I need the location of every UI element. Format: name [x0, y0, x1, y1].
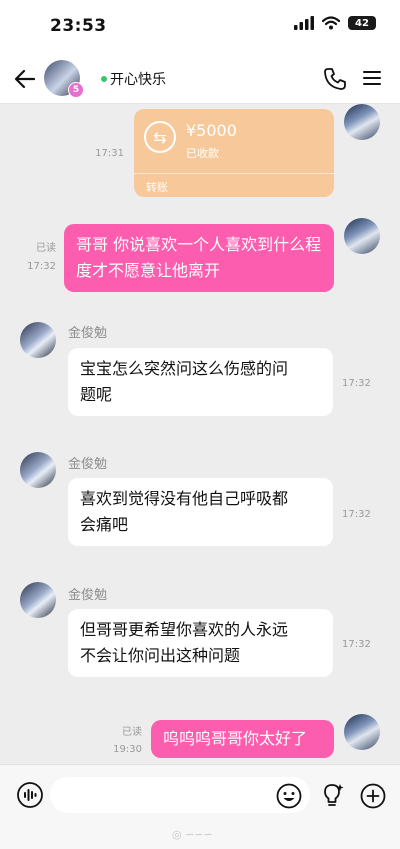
transfer-label: 转账	[134, 173, 334, 197]
message-text: 度才不愿意让他离开	[76, 261, 221, 280]
add-icon[interactable]	[360, 783, 386, 809]
chat-area[interactable]: 17:31 ⇆ ¥5000 已收款 转账 已读 17:32 哥哥 你说喜欢一个人…	[0, 104, 400, 764]
chat-header: 5 开心快乐	[0, 52, 400, 104]
transfer-amount: ¥5000	[186, 121, 237, 140]
message-time: 19:30	[113, 744, 142, 755]
battery-icon: 42	[348, 16, 376, 30]
vip-badge: 5	[68, 82, 84, 98]
read-receipt: 已读	[36, 243, 56, 254]
message-input[interactable]	[50, 777, 310, 813]
message-text: 哥哥 你说喜欢一个人喜欢到什么程	[76, 235, 322, 254]
contact-avatar[interactable]	[20, 582, 56, 618]
contact-avatar[interactable]	[20, 452, 56, 488]
message-time: 17:32	[342, 509, 371, 520]
online-status-dot	[101, 76, 107, 82]
message-text: 会痛吧	[80, 515, 129, 534]
voice-input-icon[interactable]	[16, 781, 44, 809]
message-text: 呜呜呜哥哥你太好了	[163, 729, 308, 748]
message-time: 17:32	[342, 639, 371, 650]
my-avatar[interactable]	[344, 104, 380, 140]
sender-name: 金俊勉	[68, 326, 108, 341]
signal-icon	[294, 16, 314, 30]
message-bubble-received[interactable]: 但哥哥更希望你喜欢的人永远 不会让你问出这种问题	[68, 609, 333, 677]
back-arrow-icon[interactable]	[10, 64, 40, 94]
my-avatar[interactable]	[344, 714, 380, 750]
message-text: 但哥哥更希望你喜欢的人永远	[80, 620, 289, 639]
emoji-icon[interactable]	[276, 783, 302, 809]
transfer-card[interactable]: ⇆ ¥5000 已收款 转账	[134, 109, 334, 197]
contact-name[interactable]: 开心快乐	[110, 69, 166, 89]
transfer-status: 已收款	[186, 147, 219, 160]
status-bar: 23:53 42	[0, 0, 400, 52]
message-text: 不会让你问出这种问题	[80, 646, 241, 665]
input-bar: ◎ ∽∽∽	[0, 764, 400, 849]
message-text: 题呢	[80, 385, 113, 404]
menu-icon[interactable]	[360, 66, 384, 90]
my-avatar[interactable]	[344, 218, 380, 254]
message-bubble-received[interactable]: 喜欢到觉得没有他自己呼吸都 会痛吧	[68, 478, 333, 546]
status-icons: 42	[294, 16, 376, 30]
message-bubble-sent[interactable]: 呜呜呜哥哥你太好了	[151, 720, 334, 758]
message-text: 宝宝怎么突然问这么伤感的问	[80, 359, 289, 378]
lightbulb-icon[interactable]	[318, 781, 346, 809]
message-time: 17:31	[95, 148, 124, 159]
status-time: 23:53	[50, 16, 107, 36]
message-text: 喜欢到觉得没有他自己呼吸都	[80, 489, 289, 508]
sender-name: 金俊勉	[68, 588, 108, 603]
read-receipt: 已读	[122, 727, 142, 738]
message-bubble-received[interactable]: 宝宝怎么突然问这么伤感的问 题呢	[68, 348, 333, 416]
watermark: ◎ ∽∽∽	[172, 828, 213, 841]
message-time: 17:32	[27, 261, 56, 272]
contact-avatar[interactable]	[20, 322, 56, 358]
message-bubble-sent[interactable]: 哥哥 你说喜欢一个人喜欢到什么程 度才不愿意让他离开	[64, 224, 334, 292]
phone-call-icon[interactable]	[322, 66, 348, 92]
wifi-icon	[322, 16, 340, 30]
sender-name: 金俊勉	[68, 457, 108, 472]
message-time: 17:32	[342, 378, 371, 389]
transfer-swap-icon: ⇆	[144, 121, 176, 153]
